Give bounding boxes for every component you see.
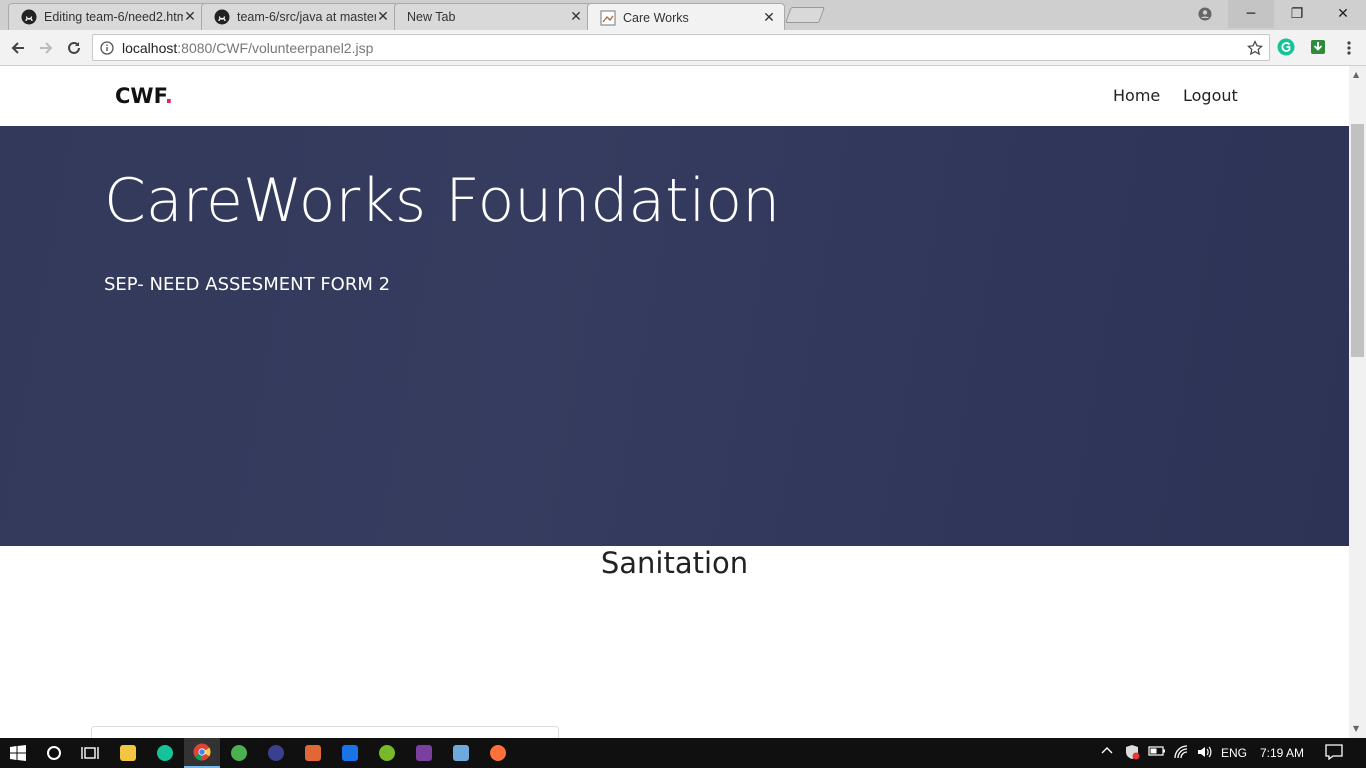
close-icon[interactable]: ✕ bbox=[569, 9, 583, 25]
profile-icon[interactable] bbox=[1182, 0, 1228, 28]
close-icon[interactable]: ✕ bbox=[183, 9, 197, 25]
tab-team6-src[interactable]: team-6/src/java at master ✕ bbox=[201, 3, 399, 30]
minimize-icon[interactable]: ─ bbox=[1228, 0, 1274, 28]
notification-icon[interactable] bbox=[1325, 744, 1343, 763]
menu-icon[interactable] bbox=[1337, 36, 1361, 60]
restore-icon[interactable]: ❐ bbox=[1274, 0, 1320, 28]
browser-toolbar: localhost:8080/CWF/volunteerpanel2.jsp bbox=[0, 30, 1366, 66]
chrome-taskbar-icon[interactable] bbox=[184, 738, 220, 768]
tab-title: New Tab bbox=[407, 10, 456, 24]
nav-home-link[interactable]: Home bbox=[1113, 86, 1160, 105]
volume-icon[interactable] bbox=[1196, 744, 1212, 763]
page-scrollbar[interactable]: ▲ ▼ bbox=[1349, 66, 1366, 738]
scroll-down-icon[interactable]: ▼ bbox=[1353, 724, 1359, 733]
hero-title: CareWorks Foundation bbox=[104, 166, 781, 236]
clock[interactable]: 7:19 AM bbox=[1260, 746, 1304, 760]
close-window-icon[interactable]: ✕ bbox=[1320, 0, 1366, 28]
new-tab-button[interactable] bbox=[785, 7, 825, 23]
tab-title: team-6/src/java at master bbox=[237, 10, 376, 24]
tab-editing-need2[interactable]: Editing team-6/need2.htm ✕ bbox=[8, 3, 206, 30]
site-logo[interactable]: CWF. bbox=[115, 84, 173, 108]
github-icon bbox=[214, 9, 230, 25]
utorrent-taskbar-icon[interactable] bbox=[369, 738, 405, 768]
tab-title: Care Works bbox=[623, 10, 689, 25]
app-purple-taskbar-icon[interactable] bbox=[406, 738, 442, 768]
start-button[interactable] bbox=[0, 738, 36, 768]
firefox-taskbar-icon[interactable] bbox=[480, 738, 516, 768]
tab-title: Editing team-6/need2.htm bbox=[44, 10, 183, 24]
close-icon[interactable]: ✕ bbox=[762, 10, 776, 26]
wifi-icon[interactable] bbox=[1173, 744, 1189, 763]
form-card bbox=[91, 726, 559, 738]
close-icon[interactable]: ✕ bbox=[376, 9, 390, 25]
bookmark-star-icon[interactable] bbox=[1247, 40, 1263, 56]
language-indicator[interactable]: ENG bbox=[1221, 746, 1247, 760]
hero-banner: CareWorks Foundation SEP- NEED ASSESMENT… bbox=[0, 126, 1349, 546]
windows-taskbar: ENG 7:19 AM bbox=[0, 738, 1366, 768]
page-icon bbox=[600, 10, 616, 25]
address-bar[interactable]: localhost:8080/CWF/volunteerpanel2.jsp bbox=[92, 34, 1270, 61]
file-explorer-icon[interactable] bbox=[110, 738, 146, 768]
scroll-thumb[interactable] bbox=[1351, 124, 1364, 357]
back-icon[interactable] bbox=[6, 36, 30, 60]
grammarly-taskbar-icon[interactable] bbox=[147, 738, 183, 768]
matlab-taskbar-icon[interactable] bbox=[295, 738, 331, 768]
cortana-icon[interactable] bbox=[36, 738, 72, 768]
url-path: :8080/CWF/volunteerpanel2.jsp bbox=[177, 39, 374, 56]
globe-taskbar-icon[interactable] bbox=[221, 738, 257, 768]
forward-icon[interactable] bbox=[34, 36, 58, 60]
virtualbox-taskbar-icon[interactable] bbox=[443, 738, 479, 768]
grammarly-icon[interactable] bbox=[1277, 38, 1295, 56]
eclipse-taskbar-icon[interactable] bbox=[258, 738, 294, 768]
download-extension-icon[interactable] bbox=[1309, 38, 1327, 56]
github-icon bbox=[21, 9, 37, 25]
task-view-icon[interactable] bbox=[72, 738, 108, 768]
tab-care-works[interactable]: Care Works ✕ bbox=[587, 3, 785, 31]
site-navbar: CWF. Home Logout bbox=[0, 66, 1349, 126]
teamviewer-taskbar-icon[interactable] bbox=[332, 738, 368, 768]
section-title: Sanitation bbox=[600, 546, 749, 580]
chevron-up-icon[interactable] bbox=[1101, 744, 1113, 759]
security-shield-icon[interactable] bbox=[1124, 744, 1140, 763]
brand-dot: . bbox=[164, 84, 173, 108]
brand-text: CWF bbox=[115, 84, 165, 108]
windows-icon bbox=[10, 745, 26, 761]
page-viewport: CWF. Home Logout CareWorks Foundation SE… bbox=[0, 66, 1349, 738]
reload-icon[interactable] bbox=[62, 36, 86, 60]
info-icon[interactable] bbox=[100, 40, 114, 55]
hero-subtitle: SEP- NEED ASSESMENT FORM 2 bbox=[104, 274, 391, 295]
nav-logout-link[interactable]: Logout bbox=[1183, 86, 1238, 105]
tab-new-tab[interactable]: New Tab ✕ bbox=[394, 3, 592, 30]
url-host: localhost bbox=[122, 39, 178, 56]
scroll-up-icon[interactable]: ▲ bbox=[1353, 70, 1359, 79]
battery-icon[interactable] bbox=[1148, 745, 1166, 760]
browser-tab-strip: Editing team-6/need2.htm ✕ team-6/src/ja… bbox=[0, 0, 1366, 31]
